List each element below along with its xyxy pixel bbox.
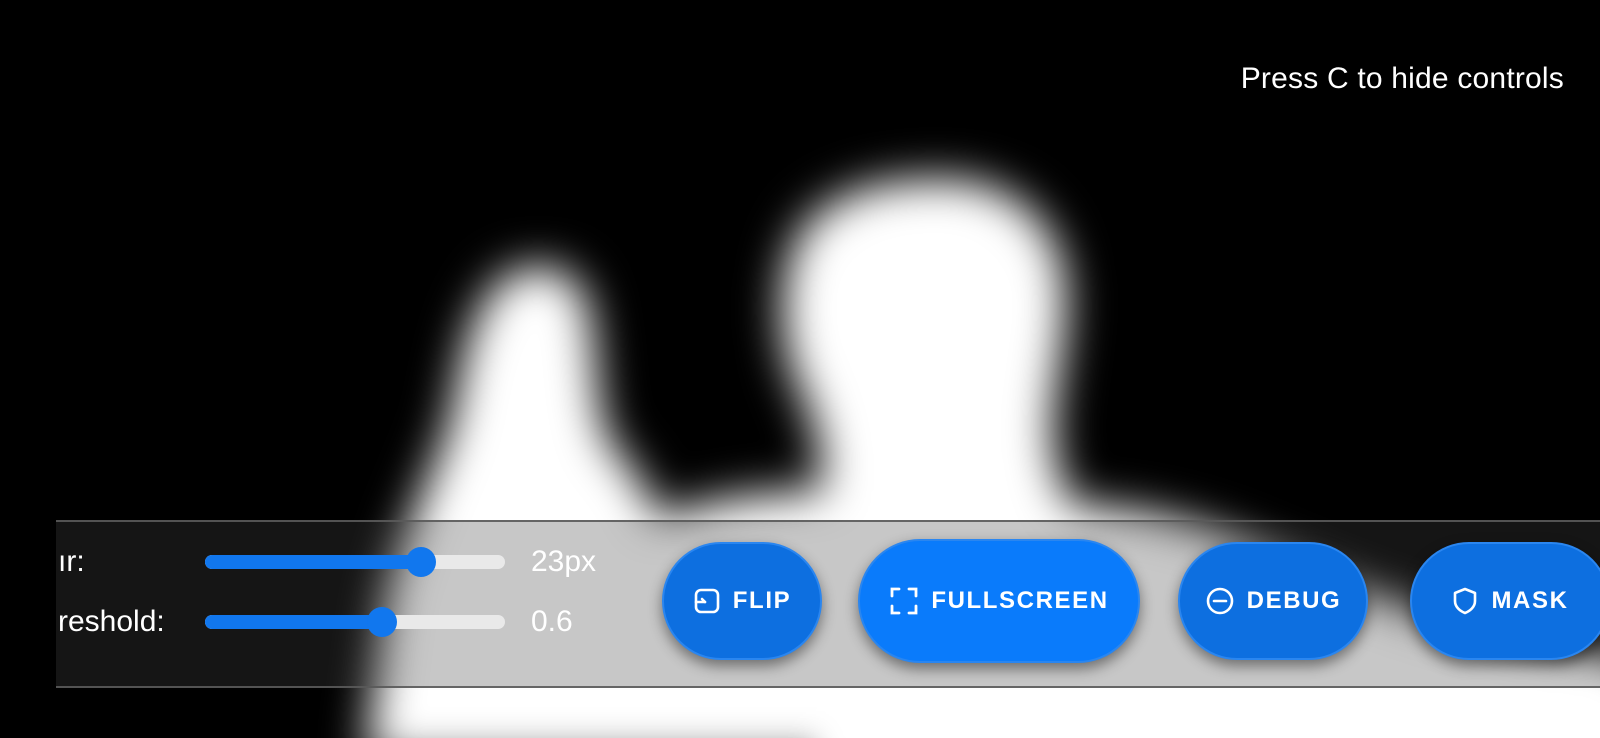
threshold-value: 0.6 bbox=[531, 605, 573, 638]
controls-panel: ır: 23px reshold: 0.6 FLIP FULLSCREEN DE… bbox=[56, 520, 1600, 688]
flip-label: FLIP bbox=[732, 587, 792, 614]
shield-icon bbox=[1451, 586, 1479, 616]
mask-label: MASK bbox=[1491, 587, 1569, 614]
blur-value: 23px bbox=[531, 545, 597, 578]
app-viewport: Press C to hide controls ır: 23px reshol… bbox=[0, 0, 1600, 738]
fullscreen-button[interactable]: FULLSCREEN bbox=[858, 539, 1140, 663]
fullscreen-label: FULLSCREEN bbox=[931, 587, 1109, 614]
fullscreen-icon bbox=[889, 586, 919, 616]
threshold-label: reshold: bbox=[58, 605, 165, 638]
threshold-slider[interactable] bbox=[205, 607, 505, 637]
blur-slider-fill bbox=[205, 555, 421, 569]
debug-button[interactable]: DEBUG bbox=[1178, 542, 1368, 660]
threshold-slider-thumb[interactable] bbox=[367, 607, 397, 637]
mask-button[interactable]: MASK bbox=[1410, 542, 1600, 660]
threshold-slider-fill bbox=[205, 615, 382, 629]
hide-controls-hint: Press C to hide controls bbox=[1240, 62, 1564, 95]
flip-icon bbox=[693, 587, 721, 615]
flip-button[interactable]: FLIP bbox=[662, 542, 822, 660]
debug-label: DEBUG bbox=[1246, 587, 1342, 614]
minus-circle-icon bbox=[1205, 586, 1235, 616]
blur-slider[interactable] bbox=[205, 547, 505, 577]
blur-label: ır: bbox=[58, 545, 85, 578]
video-window: Press C to hide controls ır: 23px reshol… bbox=[56, 0, 1600, 738]
blur-slider-thumb[interactable] bbox=[406, 547, 436, 577]
